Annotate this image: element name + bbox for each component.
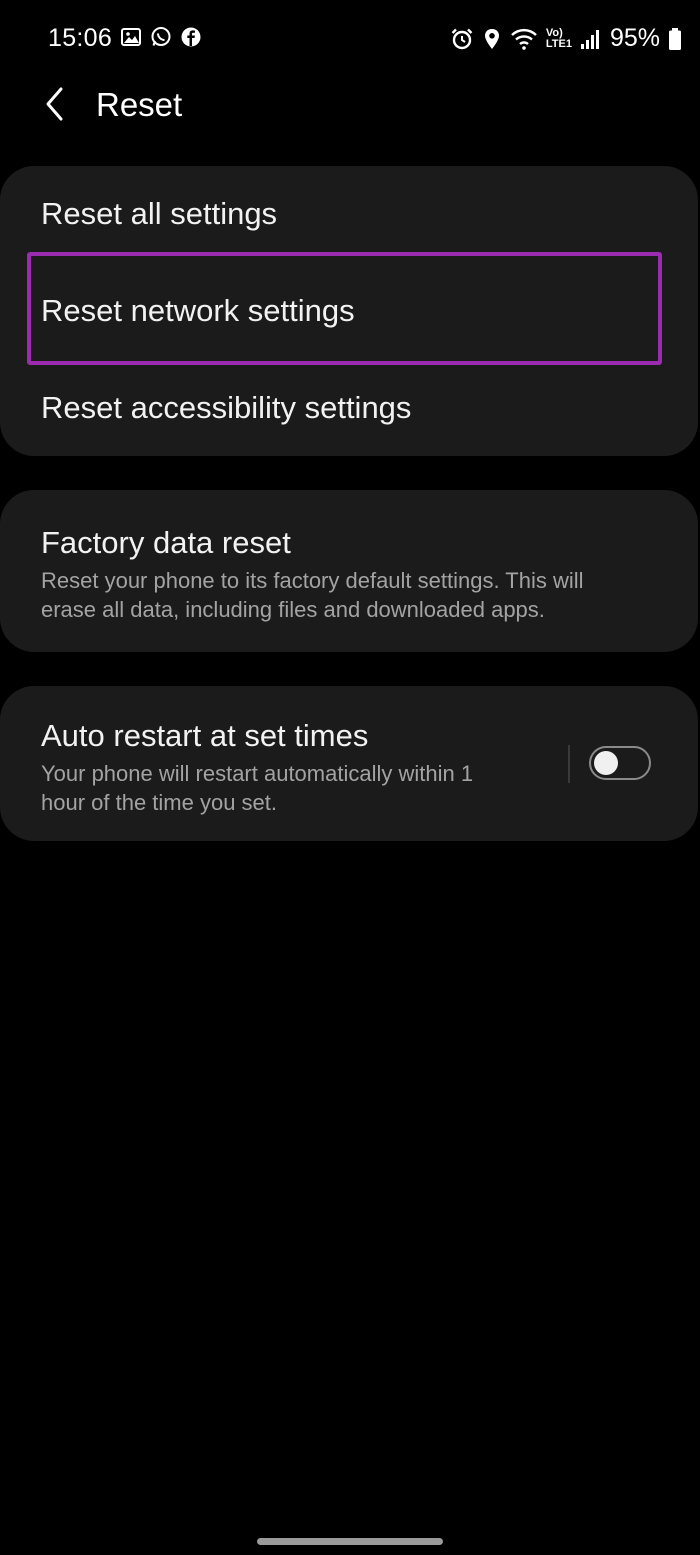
volte-label-top: Vo) <box>545 26 563 39</box>
auto-restart-description: Your phone will restart automatically wi… <box>41 759 473 817</box>
facebook-icon <box>180 26 202 48</box>
factory-data-reset-item[interactable]: Factory data reset Reset your phone to i… <box>0 490 698 652</box>
back-button[interactable] <box>30 80 80 132</box>
factory-data-reset-description: Reset your phone to its factory default … <box>41 566 584 624</box>
header: Reset <box>0 78 700 138</box>
gallery-icon <box>120 26 142 48</box>
whatsapp-icon <box>150 26 172 48</box>
chevron-left-icon <box>43 86 67 127</box>
reset-all-settings-label: Reset all settings <box>41 196 278 231</box>
system-status-icons: Vo) LTE1 95% <box>450 24 682 53</box>
factory-data-reset-description-line: erase all data, including files and down… <box>41 597 545 622</box>
reset-accessibility-settings-label: Reset accessibility settings <box>41 390 412 425</box>
reset-options-card: Reset all settings Reset network setting… <box>0 166 698 456</box>
signal-icon <box>580 28 600 50</box>
alarm-icon <box>450 27 474 51</box>
volte-icon: Vo) LTE1 <box>545 26 572 50</box>
status-time: 15:06 <box>48 24 113 52</box>
page-title: Reset <box>96 86 183 123</box>
auto-restart-description-line: hour of the time you set. <box>41 790 278 815</box>
wifi-icon <box>510 27 538 51</box>
gesture-nav-handle[interactable] <box>257 1538 443 1545</box>
reset-network-settings-item[interactable]: Reset network settings <box>0 263 698 360</box>
toggle-knob <box>594 751 618 775</box>
auto-restart-description-line: Your phone will restart automatically wi… <box>41 761 474 786</box>
location-icon <box>482 27 502 51</box>
reset-accessibility-settings-item[interactable]: Reset accessibility settings <box>0 360 698 456</box>
auto-restart-item[interactable]: Auto restart at set times Your phone wil… <box>0 686 560 841</box>
reset-network-settings-label: Reset network settings <box>41 293 355 328</box>
auto-restart-label: Auto restart at set times <box>41 718 369 753</box>
factory-data-reset-label: Factory data reset <box>41 525 291 560</box>
factory-reset-card: Factory data reset Reset your phone to i… <box>0 490 698 652</box>
toggle-divider <box>568 745 570 783</box>
volte-label-bottom: LTE1 <box>545 37 572 50</box>
battery-percentage: 95% <box>609 24 660 52</box>
reset-all-settings-item[interactable]: Reset all settings <box>0 166 698 263</box>
status-bar: 15:06 Vo) LTE1 95% <box>0 0 700 78</box>
auto-restart-toggle[interactable] <box>589 746 651 780</box>
battery-icon <box>668 27 682 51</box>
factory-data-reset-description-line: Reset your phone to its factory default … <box>41 568 584 593</box>
notification-icons <box>120 26 202 48</box>
